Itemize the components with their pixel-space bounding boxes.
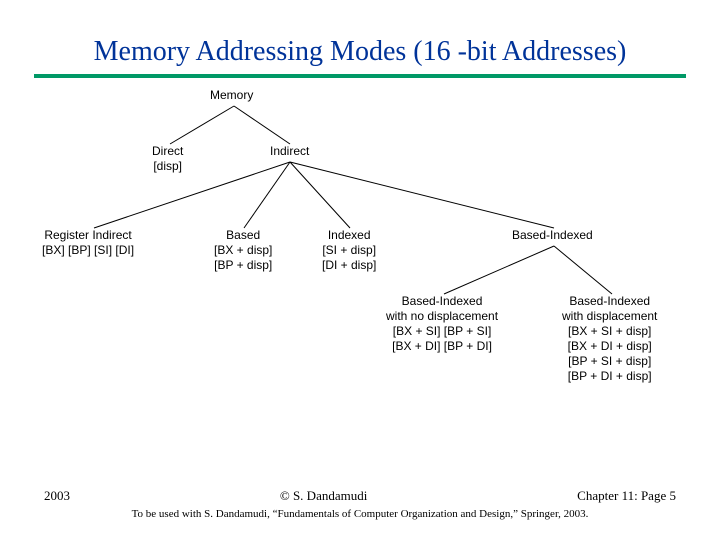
node-indirect: Indirect bbox=[270, 144, 309, 159]
node-direct: Direct[disp] bbox=[152, 144, 183, 174]
node-bi-disp: Based-Indexedwith displacement[BX + SI +… bbox=[562, 294, 657, 384]
page-title: Memory Addressing Modes (16 -bit Address… bbox=[0, 0, 720, 74]
footer-sub: To be used with S. Dandamudi, “Fundament… bbox=[0, 504, 720, 520]
node-register-indirect: Register Indirect[BX] [BP] [SI] [DI] bbox=[42, 228, 134, 258]
node-bi-no-disp: Based-Indexedwith no displacement[BX + S… bbox=[386, 294, 498, 354]
diagram-area: Memory Direct[disp] Indirect Register In… bbox=[34, 78, 686, 448]
node-based: Based[BX + disp][BP + disp] bbox=[214, 228, 272, 273]
node-based-indexed: Based-Indexed bbox=[512, 228, 593, 243]
footer-center: © S. Dandamudi bbox=[280, 488, 368, 504]
footer-right: Chapter 11: Page 5 bbox=[577, 488, 676, 504]
footer: 2003 © S. Dandamudi Chapter 11: Page 5 T… bbox=[0, 488, 720, 520]
node-memory: Memory bbox=[210, 88, 253, 103]
footer-year: 2003 bbox=[44, 488, 70, 504]
node-indexed: Indexed[SI + disp][DI + disp] bbox=[322, 228, 376, 273]
